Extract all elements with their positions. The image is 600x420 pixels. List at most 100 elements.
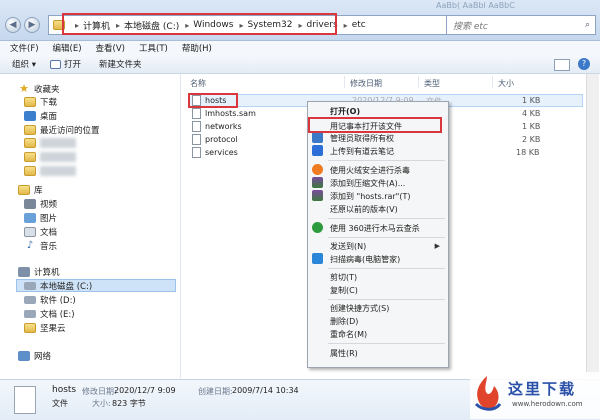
new-folder-label: 新建文件夹 bbox=[98, 60, 142, 70]
window-title-fragment: AaBb( AaBbl AaBbC bbox=[436, 1, 515, 10]
nav-blurred-3[interactable] bbox=[24, 166, 76, 176]
nav-documents-label: 文档 bbox=[40, 228, 58, 238]
menu-item-cut[interactable]: 剪切(T) bbox=[330, 272, 357, 283]
organize-button[interactable]: 组织 ▾ bbox=[12, 58, 36, 70]
drive-icon bbox=[24, 296, 36, 304]
computer-icon bbox=[18, 267, 30, 277]
menu-item-properties[interactable]: 属性(R) bbox=[330, 348, 358, 359]
menu-edit[interactable]: 编辑(E) bbox=[53, 42, 82, 54]
open-label: 打开 bbox=[63, 60, 81, 70]
nav-music[interactable]: ♪ 音乐 bbox=[24, 240, 58, 253]
nav-documents[interactable]: 文档 bbox=[24, 226, 57, 238]
winrar-icon bbox=[312, 190, 323, 201]
file-large-icon bbox=[14, 386, 36, 414]
cloud-folder-icon bbox=[24, 323, 36, 333]
file-size: 1 KB bbox=[522, 122, 541, 131]
nav-pictures-label: 图片 bbox=[40, 214, 58, 224]
nav-pictures[interactable]: 图片 bbox=[24, 212, 57, 224]
folder-icon bbox=[24, 152, 36, 162]
nav-favorites[interactable]: ★ 收藏夹 bbox=[18, 82, 60, 95]
search-placeholder: 搜索 etc bbox=[453, 21, 488, 32]
file-icon bbox=[192, 134, 201, 145]
menu-item-create-shortcut[interactable]: 创建快捷方式(S) bbox=[330, 303, 389, 314]
new-folder-button[interactable]: 新建文件夹 bbox=[99, 58, 142, 70]
details-type-value: 文件 bbox=[52, 399, 68, 408]
nav-jianguo-label: 坚果云 bbox=[40, 324, 66, 334]
file-size: 4 KB bbox=[522, 109, 541, 118]
menu-item-add-archive[interactable]: 添加到压缩文件(A)... bbox=[330, 178, 405, 189]
nav-drive-c[interactable]: 本地磁盘 (C:) bbox=[24, 280, 92, 292]
column-type-header[interactable]: 类型 bbox=[424, 78, 440, 89]
pictures-icon bbox=[24, 213, 36, 223]
open-icon bbox=[49, 59, 61, 69]
details-created-value: 2009/7/14 10:34 bbox=[232, 386, 299, 395]
menu-file[interactable]: 文件(F) bbox=[10, 42, 39, 54]
arrow-right-icon: ▶ bbox=[28, 20, 36, 30]
menu-bar: 文件(F) 编辑(E) 查看(V) 工具(T) 帮助(H) bbox=[0, 41, 600, 55]
nav-downloads[interactable]: 下载 bbox=[24, 96, 57, 108]
nav-libraries[interactable]: 库 bbox=[18, 184, 43, 196]
menu-item-add-rar[interactable]: 添加到 "hosts.rar"(T) bbox=[330, 191, 411, 202]
submenu-arrow-icon: ▶ bbox=[434, 242, 440, 250]
nav-videos-label: 视频 bbox=[40, 200, 58, 210]
nav-music-label: 音乐 bbox=[40, 242, 58, 252]
details-modified-value: 2020/12/7 9:09 bbox=[114, 386, 176, 395]
menu-item-huorong[interactable]: 使用火绒安全进行杀毒 bbox=[330, 165, 410, 176]
huorong-icon bbox=[312, 164, 323, 175]
downloads-icon bbox=[24, 97, 36, 107]
back-button[interactable]: ◀ bbox=[5, 17, 21, 33]
nav-recent-label: 最近访问的位置 bbox=[40, 126, 100, 136]
menu-item-scan-guard[interactable]: 扫描病毒(电脑管家) bbox=[330, 254, 400, 265]
nav-favorites-label: 收藏夹 bbox=[34, 84, 60, 95]
menu-item-copy[interactable]: 复制(C) bbox=[330, 285, 358, 296]
nav-network[interactable]: 网络 bbox=[18, 350, 51, 362]
menu-item-rename[interactable]: 重命名(M) bbox=[330, 329, 367, 340]
winrar-icon bbox=[312, 177, 323, 188]
menu-item-send-to[interactable]: 发送到(N) bbox=[330, 241, 366, 252]
drive-icon bbox=[24, 310, 36, 318]
menu-item-open[interactable]: 打开(O) bbox=[330, 106, 360, 117]
column-name-header[interactable]: 名称 bbox=[190, 78, 206, 89]
nav-videos[interactable]: 视频 bbox=[24, 198, 57, 210]
nav-drive-c-label: 本地磁盘 (C:) bbox=[40, 282, 93, 292]
menu-separator bbox=[328, 218, 445, 219]
nav-recent[interactable]: 最近访问的位置 bbox=[24, 124, 100, 136]
menu-help[interactable]: 帮助(H) bbox=[182, 42, 212, 54]
documents-icon bbox=[24, 227, 36, 237]
menu-item-youdao[interactable]: 上传到有道云笔记 bbox=[330, 146, 394, 157]
shield-icon bbox=[312, 132, 323, 143]
nav-jianguo[interactable]: 坚果云 bbox=[24, 322, 66, 334]
search-input[interactable]: 搜索 etc ⌕ bbox=[446, 15, 596, 35]
vertical-scrollbar[interactable] bbox=[586, 74, 599, 378]
redacted-label bbox=[40, 138, 76, 148]
watermark-logo-icon bbox=[474, 376, 502, 411]
navigation-pane: ★ 收藏夹 下载 桌面 最近访问的位置 库 视频 图片 文档 ♪ 音乐 计算机 本地… bbox=[0, 74, 181, 378]
forward-button[interactable]: ▶ bbox=[24, 17, 40, 33]
menu-view[interactable]: 查看(V) bbox=[96, 42, 125, 54]
menu-item-delete[interactable]: 删除(D) bbox=[330, 316, 358, 327]
menu-item-scan-360[interactable]: 使用 360进行木马云查杀 bbox=[330, 223, 420, 234]
file-icon bbox=[192, 147, 201, 158]
menu-item-admin-ownership[interactable]: 管理员取得所有权 bbox=[330, 133, 394, 144]
menu-tools[interactable]: 工具(T) bbox=[139, 42, 168, 54]
nav-blurred-1[interactable] bbox=[24, 138, 76, 148]
column-modified-header[interactable]: 修改日期 bbox=[350, 78, 382, 89]
help-icon[interactable]: ? bbox=[578, 58, 590, 70]
nav-desktop[interactable]: 桌面 bbox=[24, 110, 57, 122]
scan-360-icon bbox=[312, 222, 323, 233]
nav-drive-d[interactable]: 软件 (D:) bbox=[24, 294, 76, 306]
nav-blurred-2[interactable] bbox=[24, 152, 76, 162]
breadcrumb-etc[interactable]: etc bbox=[352, 20, 366, 30]
nav-drive-e[interactable]: 文档 (E:) bbox=[24, 308, 75, 320]
nav-computer[interactable]: 计算机 bbox=[18, 266, 60, 278]
menu-item-restore[interactable]: 还原以前的版本(V) bbox=[330, 204, 398, 215]
open-button[interactable]: 打开 bbox=[49, 58, 81, 70]
menu-separator bbox=[328, 160, 445, 161]
file-size: 18 KB bbox=[516, 148, 540, 157]
redacted-label bbox=[40, 166, 76, 176]
view-options-icon[interactable] bbox=[554, 59, 570, 71]
notepad-highlight-box bbox=[308, 117, 442, 133]
redacted-label bbox=[40, 152, 76, 162]
column-size-header[interactable]: 大小 bbox=[498, 78, 514, 89]
nav-desktop-label: 桌面 bbox=[40, 112, 58, 122]
